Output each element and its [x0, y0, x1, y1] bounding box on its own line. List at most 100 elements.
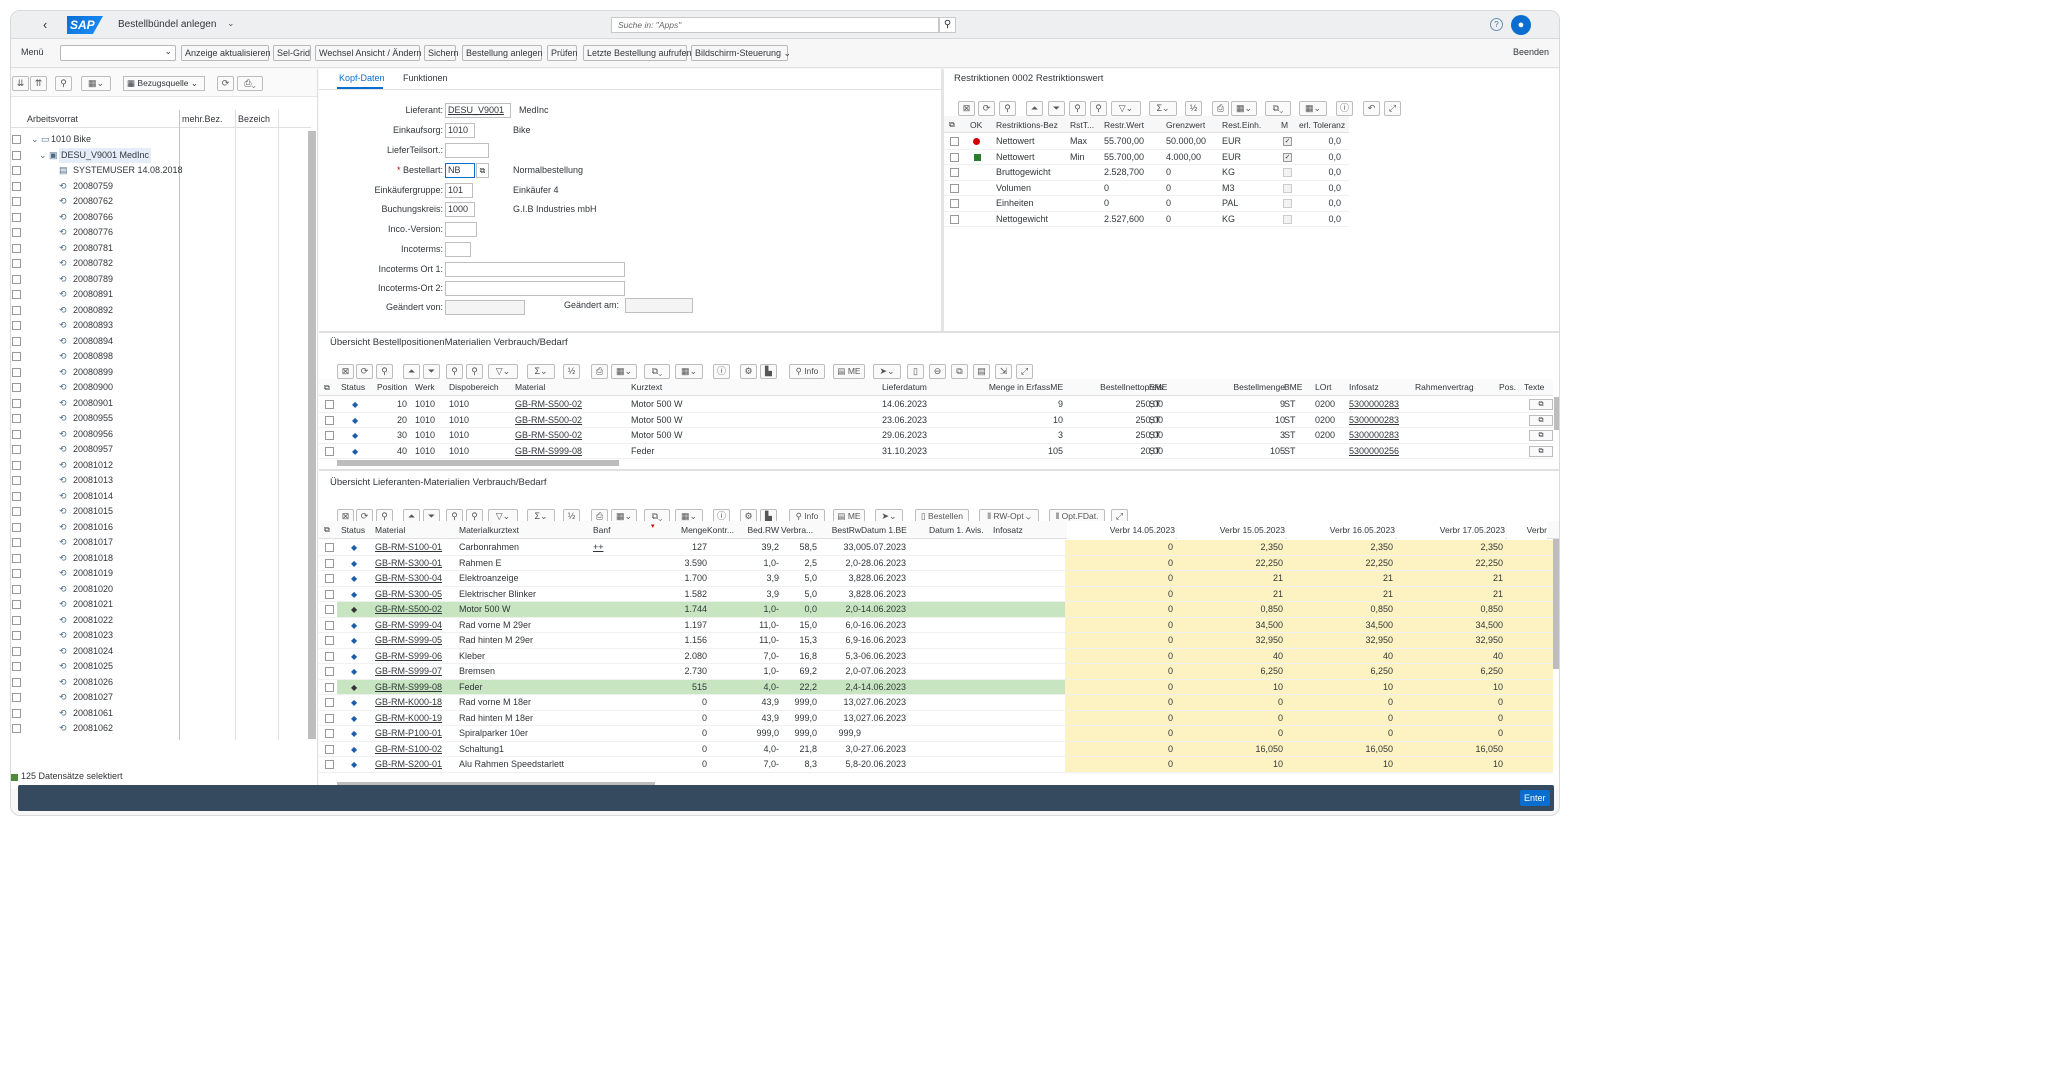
layout-icon[interactable]: ▦⌄ — [81, 76, 111, 91]
sort-asc-icon[interactable]: ⏶ — [1026, 101, 1043, 116]
tree-row[interactable]: ⟲ 20081026 — [11, 675, 307, 691]
cell[interactable]: GB-RM-S300-04 — [375, 571, 455, 586]
settings-icon[interactable]: ⚙ — [740, 364, 757, 379]
restriction-row[interactable]: Nettogewicht 2.527,600 0 KG 0,0 — [944, 212, 1349, 227]
tree-row[interactable]: ⟲ 20080900 — [11, 380, 307, 396]
cell[interactable]: 5300000283 — [1349, 397, 1409, 412]
search-icon[interactable]: ⚲ — [939, 17, 956, 33]
print-icon[interactable]: ⎙ — [591, 364, 608, 379]
row-checkbox[interactable] — [325, 713, 334, 723]
back-icon[interactable]: ‹ — [43, 17, 47, 32]
field-input[interactable] — [445, 281, 625, 296]
vendor-row[interactable]: ◆ GB-RM-S300-05 Elektrischer Blinker 1.582 3… — [319, 586, 1553, 602]
field-input[interactable] — [445, 222, 477, 237]
tree-row[interactable]: ⟲ 20081015 — [11, 504, 307, 520]
tree-row[interactable]: ⟲ 20081020 — [11, 582, 307, 598]
cell[interactable]: GB-RM-S999-04 — [375, 618, 455, 633]
select-all-icon[interactable]: ⧉ — [324, 521, 330, 539]
tree-row[interactable]: ⟲ 20080782 — [11, 256, 307, 272]
text-button-icon[interactable]: ⧉ — [1529, 430, 1553, 441]
row-checkbox[interactable] — [12, 522, 21, 532]
minus-icon[interactable]: ⊖ — [929, 364, 946, 379]
search-input[interactable]: Suche in: "Apps" — [611, 17, 939, 33]
tree-row[interactable]: ⟲ 20081062 — [11, 721, 307, 737]
row-checkbox[interactable] — [325, 589, 334, 599]
changed-on-field[interactable] — [625, 298, 693, 313]
field-input[interactable]: 101 — [445, 183, 473, 198]
restriction-row[interactable]: Einheiten 0 0 PAL 0,0 — [944, 196, 1349, 212]
row-checkbox[interactable] — [950, 152, 959, 162]
row-checkbox[interactable] — [12, 336, 21, 346]
field-input[interactable] — [445, 143, 489, 158]
row-checkbox[interactable] — [12, 708, 21, 718]
collapse-all-icon[interactable]: ⇈ — [30, 76, 47, 91]
row-checkbox[interactable] — [325, 415, 334, 425]
move-icon[interactable]: ⇲ — [995, 364, 1012, 379]
fullscreen-icon[interactable]: ⤢ — [1384, 101, 1401, 116]
cell[interactable]: GB-RM-S500-02 — [515, 428, 625, 443]
vendor-row[interactable]: ◆ GB-RM-S999-08 Feder 515 4,0- 22,2 2,4- 14.06.… — [319, 679, 1553, 695]
tree-row[interactable]: ⟲ 20080894 — [11, 334, 307, 350]
tree-row[interactable]: ▤ SYSTEMUSER 14.08.2018 — [11, 163, 307, 179]
row-checkbox[interactable] — [12, 646, 21, 656]
row-checkbox[interactable] — [950, 183, 959, 193]
search-icon[interactable]: ⚲ — [1069, 101, 1086, 116]
field-input[interactable] — [445, 262, 625, 277]
tree-row[interactable]: ⟲ 20080789 — [11, 272, 307, 288]
row-checkbox[interactable] — [12, 228, 21, 237]
expand-all-icon[interactable]: ⇊ — [12, 76, 29, 91]
position-row[interactable]: ◆ 10 1010 1010 GB-RM-S500-02 Motor 500 W 14.06… — [319, 397, 1553, 413]
vendor-row[interactable]: ◆ GB-RM-S300-04 Elektroanzeige 1.700 3,9 5,0 3… — [319, 571, 1553, 587]
text-button-icon[interactable]: ⧉ — [1529, 414, 1553, 426]
row-checkbox[interactable] — [12, 476, 21, 485]
row-checkbox[interactable] — [12, 150, 21, 160]
vendor-row[interactable]: ◆ GB-RM-S300-01 Rahmen E 3.590 1,0- 2,5 2,0- 28… — [319, 555, 1553, 571]
tree-row[interactable]: ⟲ 20081024 — [11, 644, 307, 660]
find-next-icon[interactable]: ⚲ — [1090, 101, 1107, 116]
row-checkbox[interactable] — [12, 569, 21, 578]
fullscreen-icon[interactable]: ⤢ — [1016, 364, 1033, 379]
row-checkbox[interactable] — [12, 290, 21, 299]
restriction-row[interactable]: Bruttogewicht 2.528,700 0 KG 0,0 — [944, 165, 1349, 181]
tree-row[interactable]: ⌄ ▭ 1010 Bike — [11, 132, 307, 148]
tree-row[interactable]: ⟲ 20080892 — [11, 303, 307, 319]
toolbar-button-7[interactable]: Letzte Bestellung aufrufen — [583, 45, 692, 61]
row-checkbox[interactable] — [325, 698, 334, 707]
field-input[interactable]: 1010 — [445, 123, 475, 138]
cell[interactable]: GB-RM-S999-05 — [375, 633, 455, 648]
views-icon[interactable]: ▦⌄ — [1299, 101, 1327, 116]
graphic-icon[interactable]: ▙ — [760, 364, 777, 379]
toolbar-button-8[interactable]: Bildschirm-Steuerung ⌄ — [691, 45, 791, 61]
cell[interactable]: GB-RM-S200-01 — [375, 757, 455, 772]
position-row[interactable]: ◆ 20 1010 1010 GB-RM-S500-02 Motor 500 W 23.06… — [319, 413, 1553, 428]
tab-kopf-daten[interactable]: Kopf-Daten — [339, 73, 385, 83]
refresh-icon[interactable]: ⟳ — [356, 364, 373, 379]
row-checkbox[interactable] — [325, 400, 334, 409]
info-icon[interactable]: ⓘ — [713, 364, 730, 379]
cell[interactable]: GB-RM-S999-07 — [375, 664, 455, 679]
layout-icon[interactable]: ⧉⌄ — [644, 364, 670, 379]
refresh-icon[interactable]: ⟳ — [978, 101, 995, 116]
cell[interactable]: GB-RM-S100-01 — [375, 540, 455, 555]
vendor-row[interactable]: ◆ GB-RM-K000-19 Rad hinten M 18er 0 43,9 999,… — [319, 710, 1553, 726]
vendor-row[interactable]: ◆ GB-RM-K000-18 Rad vorne M 18er 0 43,9 999,0… — [319, 695, 1553, 711]
undo-icon[interactable]: ↶ — [1363, 101, 1380, 116]
row-checkbox[interactable] — [12, 243, 21, 253]
tree-row[interactable]: ⟲ 20080781 — [11, 241, 307, 257]
toolbar-button-3[interactable]: Wechsel Ansicht / Ändern — [315, 45, 421, 61]
subtotal-icon[interactable]: ½ — [1185, 101, 1202, 116]
menu-select[interactable]: ⌄ — [60, 45, 176, 61]
row-checkbox[interactable] — [325, 651, 334, 661]
tree-row[interactable]: ⟲ 20081025 — [11, 659, 307, 675]
tree-row[interactable]: ⟲ 20080898 — [11, 349, 307, 365]
row-checkbox[interactable] — [12, 321, 21, 330]
vendor-row[interactable]: ◆ GB-RM-S200-01 Alu Rahmen Speedstarlett 0 7… — [319, 757, 1553, 773]
copy-icon[interactable]: ⧉ — [951, 364, 968, 379]
details-icon[interactable]: ⊠ — [337, 364, 354, 379]
toolbar-button-4[interactable]: Sichern — [424, 45, 459, 61]
row-checkbox[interactable] — [325, 558, 334, 568]
row-checkbox[interactable] — [12, 584, 21, 594]
row-checkbox[interactable] — [12, 445, 21, 454]
filter-icon[interactable]: ▽⌄ — [1111, 101, 1141, 116]
row-checkbox[interactable] — [950, 168, 959, 177]
